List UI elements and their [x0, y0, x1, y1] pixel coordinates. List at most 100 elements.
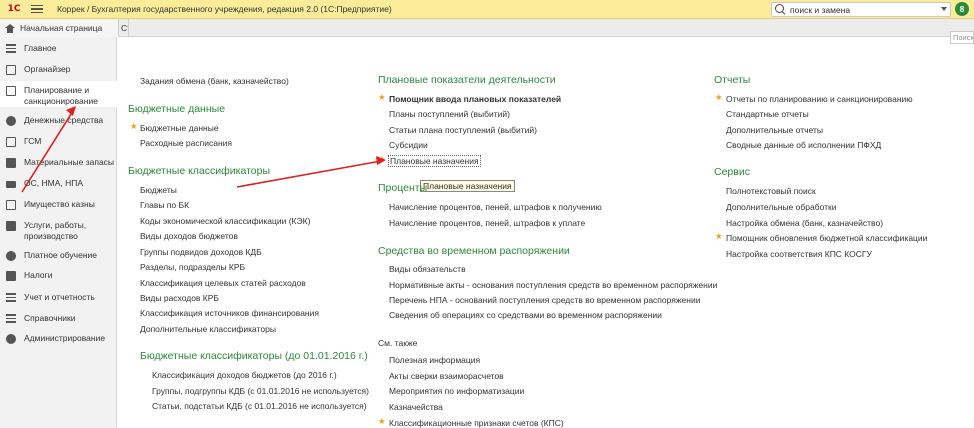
main-menu-icon[interactable]: [31, 4, 43, 14]
tab-home-label: Начальная страница: [20, 23, 103, 33]
link-planning-reports[interactable]: Отчеты по планированию и санкционировани…: [726, 94, 913, 104]
section-interest: Проценты: [378, 182, 428, 194]
materials-icon: [6, 158, 16, 168]
link-target-items[interactable]: Классификация целевых статей расходов: [140, 278, 306, 288]
favorite-star-icon[interactable]: ★: [130, 122, 138, 132]
link-krb-sections[interactable]: Разделы, подразделы КРБ: [140, 262, 245, 272]
section-budget-data: Бюджетные данные: [128, 103, 226, 115]
section-reports: Отчеты: [714, 74, 751, 86]
section-service: Сервис: [714, 166, 750, 178]
planning-icon: [6, 86, 16, 96]
link-fulltext-search[interactable]: Полнотекстовый поиск: [726, 186, 816, 196]
sidebar-item-accounting[interactable]: Учет и отчетность: [0, 292, 117, 303]
link-it-activities[interactable]: Мероприятия по информатизации: [389, 386, 524, 396]
favorite-star-icon[interactable]: ★: [715, 93, 723, 103]
fuel-icon: [6, 137, 16, 147]
link-reconciliation-acts[interactable]: Акты сверки взаиморасчетов: [389, 371, 504, 381]
link-classification-update-assistant[interactable]: Помощник обновления бюджетной классифика…: [726, 233, 927, 243]
favorite-star-icon[interactable]: ★: [378, 155, 386, 165]
sidebar-item-fixed-assets[interactable]: ОС, НМА, НПА: [0, 178, 117, 189]
window-title: Коррек / Бухгалтерия государственного уч…: [57, 4, 392, 14]
sidebar-item-education[interactable]: Платное обучение: [0, 250, 117, 261]
link-subsidies[interactable]: Субсидии: [389, 140, 428, 150]
link-npa-list[interactable]: Перечень НПА - оснований поступления сре…: [389, 295, 700, 305]
link-pfhd-summary[interactable]: Сводные данные об исполнении ПФХД: [726, 140, 881, 150]
link-normative-acts[interactable]: Нормативные акты - основания поступления…: [389, 280, 717, 290]
section-temporary-funds: Средства во временном распоряжении: [378, 245, 570, 257]
treasury-icon: [6, 200, 16, 210]
link-additional-processing[interactable]: Дополнительные обработки: [726, 202, 836, 212]
tab-bar: Начальная страница Ст: [0, 19, 974, 37]
catalogs-icon: [6, 314, 16, 324]
favorite-star-icon[interactable]: ★: [378, 93, 386, 103]
link-kdb-subgroups[interactable]: Группы подвидов доходов КДБ: [140, 247, 262, 257]
link-plan-input-assistant[interactable]: Помощник ввода плановых показателей: [389, 94, 561, 104]
link-obligation-types[interactable]: Виды обязательств: [389, 264, 466, 274]
sidebar-item-planning[interactable]: Планирование и санкционирование: [0, 81, 117, 107]
link-kek-codes[interactable]: Коды экономической классификации (КЭК): [140, 216, 310, 226]
organizer-icon: [6, 65, 16, 75]
favorite-star-icon[interactable]: ★: [715, 232, 723, 242]
sidebar-item-materials[interactable]: Материальные запасы: [0, 157, 117, 168]
sidebar-item-treasury[interactable]: Имущество казны: [0, 199, 117, 210]
link-interest-payable[interactable]: Начисление процентов, пеней, штрафов к у…: [389, 218, 585, 228]
link-additional-reports[interactable]: Дополнительные отчеты: [726, 125, 823, 135]
section-budget-classifiers: Бюджетные классификаторы: [128, 165, 270, 177]
link-kps[interactable]: Классификационные признаки счетов (КПС): [389, 418, 564, 428]
sidebar-item-administration[interactable]: Администрирование: [0, 333, 117, 344]
sidebar-item-catalogs[interactable]: Справочники: [0, 313, 117, 324]
link-receipt-plan-items[interactable]: Статьи плана поступлений (выбитий): [389, 125, 537, 135]
home-icon: [5, 23, 15, 33]
link-budgets[interactable]: Бюджеты: [140, 185, 177, 195]
education-icon: [6, 251, 16, 261]
search-input[interactable]: [790, 4, 930, 15]
global-search[interactable]: [771, 2, 951, 17]
link-kdb-articles-old[interactable]: Статьи, подстатьи КДБ (с 01.01.2016 не и…: [152, 401, 367, 411]
services-icon: [6, 221, 16, 231]
notifications-icon[interactable]: 8: [955, 2, 969, 16]
link-kdb-groups-old[interactable]: Группы, подгруппы КДБ (с 01.01.2016 не и…: [152, 386, 369, 396]
sidebar-item-main[interactable]: Главное: [0, 43, 117, 54]
link-standard-reports[interactable]: Стандартные отчеты: [726, 109, 809, 119]
link-exchange-settings[interactable]: Настройка обмена (банк, казначейство): [726, 218, 883, 228]
section-plan-indicators: Плановые показатели деятельности: [378, 74, 556, 86]
link-extra-classifiers[interactable]: Дополнительные классификаторы: [140, 324, 276, 334]
tab-home[interactable]: Начальная страница: [0, 19, 119, 37]
link-operations-info[interactable]: Сведения об операциях со средствами во в…: [389, 310, 662, 320]
link-krb-expense-types[interactable]: Виды расходов КРБ: [140, 293, 219, 303]
link-income-types[interactable]: Виды доходов бюджетов: [140, 231, 238, 241]
link-exchange-tasks[interactable]: Задания обмена (банк, казначейство): [140, 76, 289, 86]
link-funding-sources[interactable]: Классификация источников финансирования: [140, 308, 319, 318]
favorite-star-icon[interactable]: ★: [378, 417, 386, 427]
sidebar: Главное Органайзер Планирование и санкци…: [0, 37, 117, 428]
sidebar-item-organizer[interactable]: Органайзер: [0, 64, 117, 75]
app-logo-icon[interactable]: 1С: [5, 3, 23, 15]
link-receipt-plans[interactable]: Планы поступлений (выбитий): [389, 109, 510, 119]
sidebar-item-taxes[interactable]: Налоги: [0, 270, 117, 281]
money-icon: [6, 116, 16, 126]
gear-icon: [6, 334, 16, 344]
tab-next[interactable]: Ст: [119, 19, 129, 37]
lines-icon: [6, 44, 16, 54]
link-plan-assignments[interactable]: Плановые назначения: [388, 155, 481, 167]
taxes-icon: [6, 271, 16, 281]
sidebar-item-money[interactable]: Денежные средства: [0, 115, 117, 126]
link-bk-chapters[interactable]: Главы по БК: [140, 200, 189, 210]
search-icon[interactable]: [775, 4, 786, 15]
link-treasuries[interactable]: Казначейства: [389, 402, 443, 412]
link-budget-data[interactable]: Бюджетные данные: [140, 123, 219, 133]
see-also-title: См. также: [378, 338, 418, 348]
main-search-input[interactable]: Поиск: [950, 31, 974, 44]
link-useful-info[interactable]: Полезная информация: [389, 355, 480, 365]
accounting-icon: [6, 293, 16, 303]
link-income-classification-2016[interactable]: Классификация доходов бюджетов (до 2016 …: [152, 370, 337, 380]
sidebar-item-services[interactable]: Услуги, работы, производство: [0, 220, 117, 242]
chevron-down-icon[interactable]: [941, 7, 947, 11]
sidebar-item-fuel[interactable]: ГСМ: [0, 136, 117, 147]
link-kps-kosgu-mapping[interactable]: Настройка соответствия КПС КОСГУ: [726, 249, 872, 259]
tooltip: Плановые назначения: [420, 180, 515, 192]
link-interest-receivable[interactable]: Начисление процентов, пеней, штрафов к п…: [389, 202, 602, 212]
link-expense-schedules[interactable]: Расходные расписания: [140, 138, 232, 148]
section-old-classifiers: Бюджетные классификаторы (до 01.01.2016 …: [140, 350, 368, 362]
title-bar: 1С Коррек / Бухгалтерия государственного…: [0, 0, 974, 19]
